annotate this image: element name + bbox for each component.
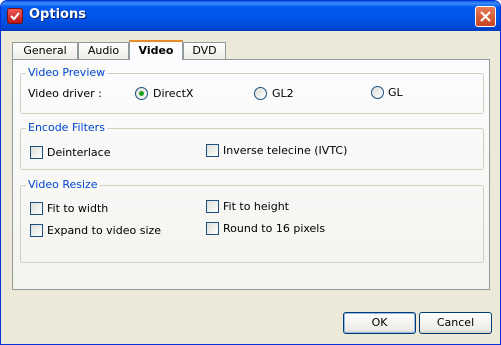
expand-checkbox[interactable]	[30, 224, 43, 237]
ok-button[interactable]: OK	[343, 312, 416, 334]
round16-label[interactable]: Round to 16 pixels	[223, 222, 325, 235]
radio-selected-dot	[139, 91, 144, 96]
video-resize-group: Video Resize Fit to width Fit to height …	[20, 178, 484, 263]
options-window: Options General Audio Video DVD Video Pr…	[0, 0, 501, 345]
video-driver-label: Video driver :	[28, 87, 102, 100]
dialog-body: General Audio Video DVD Video Preview Vi…	[4, 31, 497, 343]
inverse-telecine-label[interactable]: Inverse telecine (IVTC)	[223, 144, 347, 157]
deinterlace-label[interactable]: Deinterlace	[47, 146, 110, 159]
inverse-telecine-checkbox[interactable]	[206, 144, 219, 157]
gl2-radio[interactable]	[254, 87, 267, 100]
expand-label[interactable]: Expand to video size	[47, 224, 161, 237]
gl-label[interactable]: GL	[388, 86, 403, 99]
encode-filters-label: Encode Filters	[26, 121, 107, 134]
tab-dvd[interactable]: DVD	[183, 42, 226, 59]
video-tab-panel: Video Preview Video driver : DirectX GL2…	[12, 59, 490, 290]
directx-radio[interactable]	[135, 87, 148, 100]
tab-general[interactable]: General	[12, 42, 78, 59]
close-icon	[480, 11, 491, 22]
tab-audio[interactable]: Audio	[78, 42, 129, 59]
cancel-button[interactable]: Cancel	[419, 312, 492, 334]
gl-radio[interactable]	[371, 86, 384, 99]
video-preview-label: Video Preview	[26, 66, 108, 79]
app-icon[interactable]	[7, 8, 23, 24]
round16-checkbox[interactable]	[206, 222, 219, 235]
window-title: Options	[29, 7, 86, 22]
video-resize-label: Video Resize	[26, 178, 100, 191]
title-bar[interactable]: Options	[1, 1, 500, 31]
video-preview-group: Video Preview Video driver : DirectX GL2…	[20, 66, 484, 114]
encode-filters-group: Encode Filters Deinterlace Inverse telec…	[20, 121, 484, 170]
close-button[interactable]	[475, 6, 496, 27]
gl2-label[interactable]: GL2	[272, 87, 294, 100]
deinterlace-checkbox[interactable]	[30, 146, 43, 159]
fit-width-checkbox[interactable]	[30, 202, 43, 215]
fit-width-label[interactable]: Fit to width	[47, 202, 108, 215]
fit-height-label[interactable]: Fit to height	[223, 200, 289, 213]
directx-label[interactable]: DirectX	[153, 87, 193, 100]
fit-height-checkbox[interactable]	[206, 200, 219, 213]
tab-video[interactable]: Video	[129, 40, 183, 60]
